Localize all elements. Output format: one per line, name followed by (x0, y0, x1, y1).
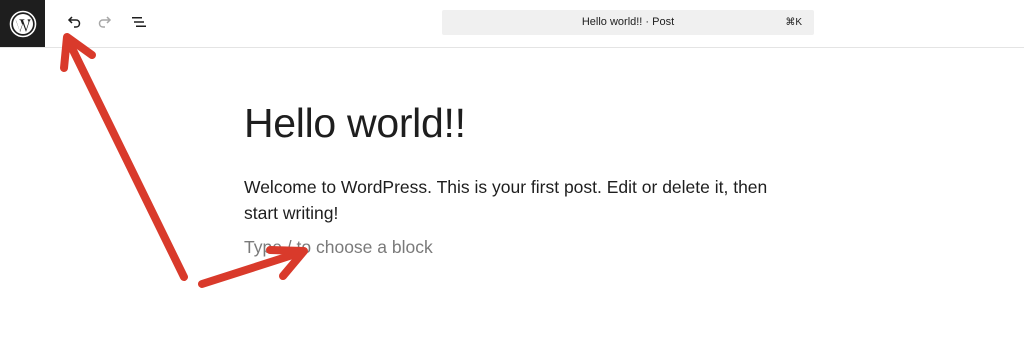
document-overview-button[interactable] (127, 10, 151, 34)
keyboard-shortcut: ⌘K (785, 17, 802, 28)
list-view-icon (132, 17, 146, 27)
undo-icon (67, 16, 81, 28)
arrow-to-undo-icon (60, 33, 188, 281)
document-title: Hello world!! · Post (581, 16, 675, 28)
redo-button[interactable] (94, 10, 118, 34)
annotation-arrows (60, 33, 308, 288)
paragraph-block[interactable]: Welcome to WordPress. This is your first… (244, 174, 804, 226)
redo-icon (98, 16, 112, 28)
undo-button[interactable] (61, 10, 85, 34)
block-inserter-placeholder[interactable]: Type / to choose a block (244, 234, 433, 260)
command-palette-button[interactable]: Hello world!! · Post ⌘K (442, 10, 814, 35)
wordpress-logo-icon[interactable] (0, 0, 45, 47)
post-title[interactable]: Hello world!! (244, 100, 466, 147)
editor-header: Hello world!! · Post ⌘K (0, 0, 1024, 48)
editor-page: Hello world!! · Post ⌘K Hello world!! We… (0, 0, 1024, 341)
